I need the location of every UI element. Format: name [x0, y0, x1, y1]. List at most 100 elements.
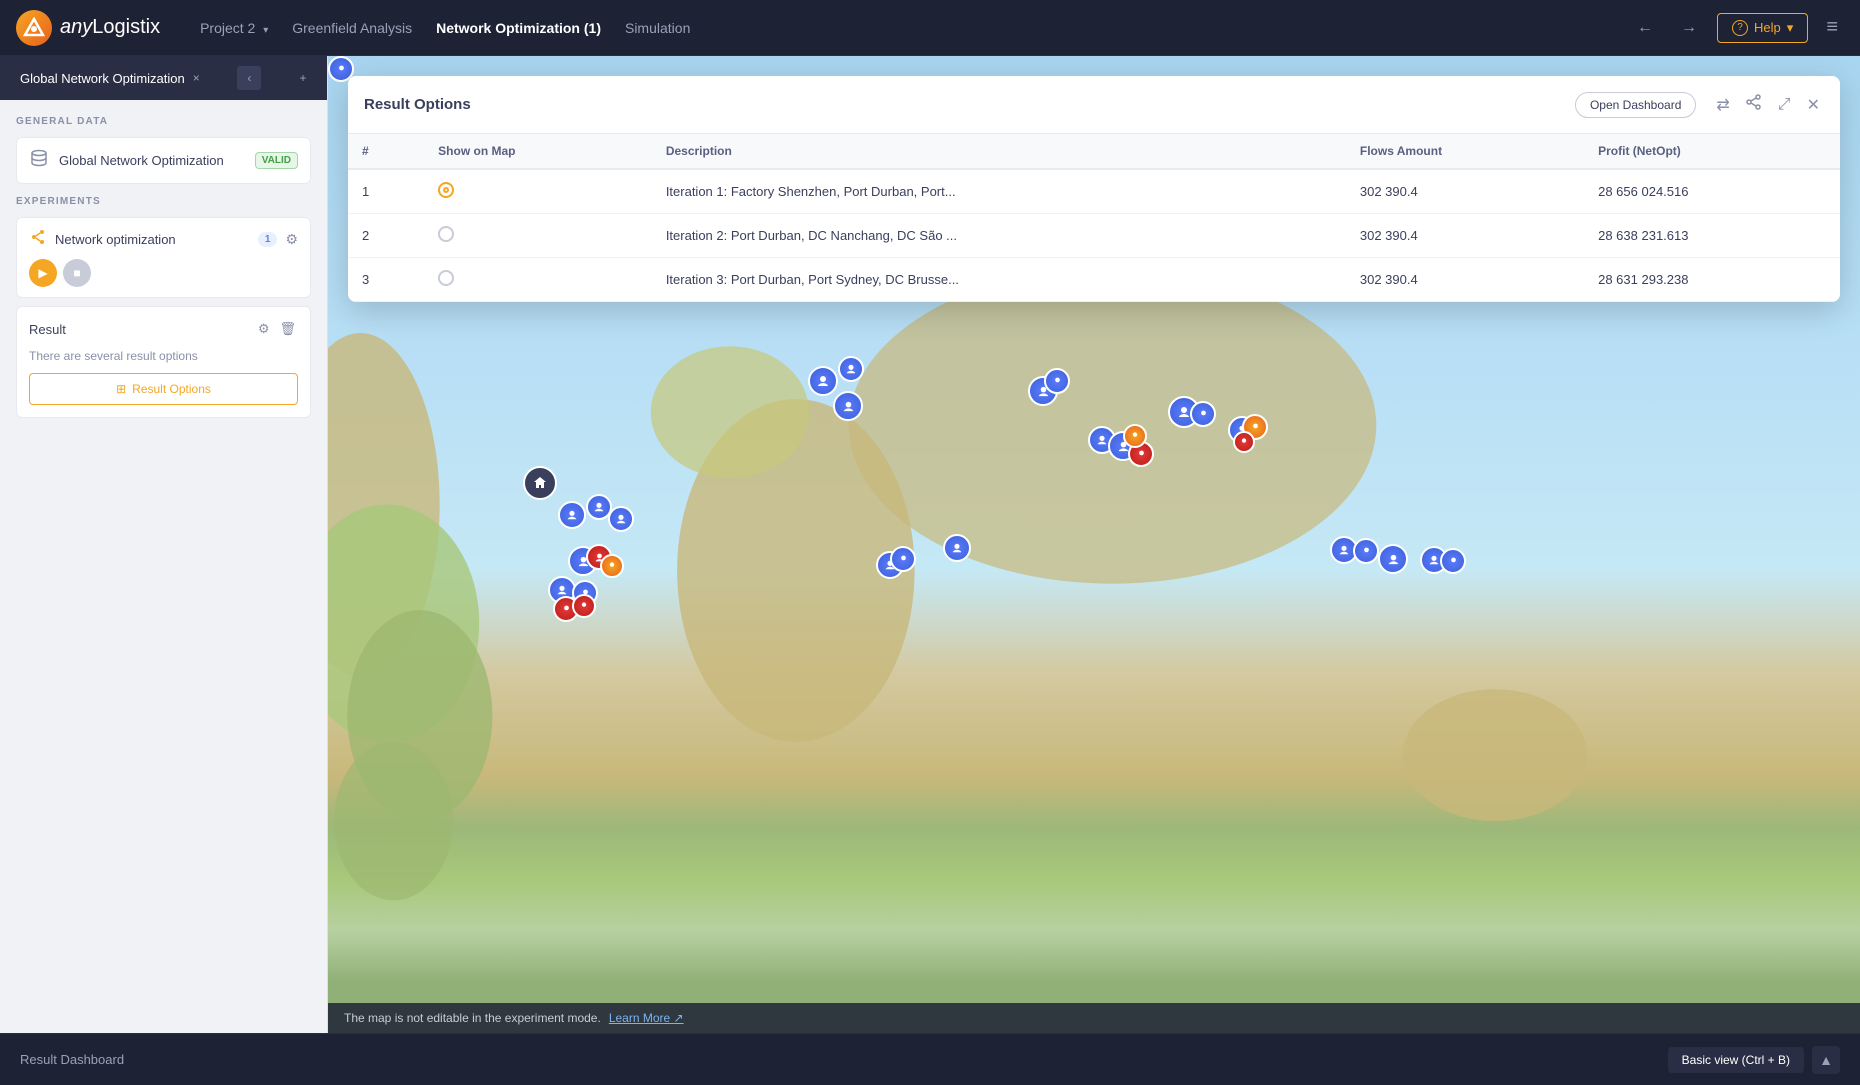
result-info-text: There are several result options [29, 349, 298, 363]
experiment-controls: ▶ ■ [29, 259, 298, 287]
result-delete-button[interactable]: 🗑 [277, 319, 298, 339]
help-icon: ? [1732, 20, 1748, 36]
result-options-table: # Show on Map Description Flows Amount P… [348, 134, 1840, 302]
nav-greenfield[interactable]: Greenfield Analysis [292, 20, 412, 36]
map-marker-house[interactable] [523, 466, 557, 500]
experiment-icon [29, 228, 47, 251]
row-num: 1 [348, 169, 424, 214]
row-radio-cell[interactable] [424, 214, 652, 258]
dialog-close-button[interactable]: ✕ [1803, 91, 1824, 119]
map-marker-2[interactable] [838, 356, 864, 382]
experiment-name: Network optimization [55, 232, 250, 247]
open-dashboard-button[interactable]: Open Dashboard [1575, 92, 1696, 118]
row-radio-cell[interactable] [424, 169, 652, 214]
sidebar-content: GENERAL DATA Global Network Optimization… [0, 100, 327, 1085]
nav-project[interactable]: Project 2 ▾ [200, 20, 268, 36]
sidebar-tab-actions: ‹ [237, 66, 261, 90]
row-radio-cell[interactable] [424, 258, 652, 302]
result-options-button[interactable]: ⊞ Result Options [29, 373, 298, 405]
map-marker-china-2[interactable] [1190, 401, 1216, 427]
help-button[interactable]: ? Help ▾ [1717, 13, 1808, 43]
dialog-swap-button[interactable]: ⇄ [1712, 91, 1733, 119]
learn-more-link[interactable]: Learn More ↗ [609, 1011, 684, 1025]
sidebar-tab-close[interactable]: × [193, 71, 200, 85]
row-description: Iteration 3: Port Durban, Port Sydney, D… [652, 258, 1346, 302]
map-marker-aus-3[interactable] [1378, 544, 1408, 574]
dialog-share-button[interactable] [1742, 90, 1766, 119]
project-dropdown-icon: ▾ [263, 25, 268, 36]
table-row[interactable]: 1Iteration 1: Factory Shenzhen, Port Dur… [348, 169, 1840, 214]
result-options-dialog: Result Options Open Dashboard ⇄ ⤢ ✕ [348, 76, 1840, 302]
result-section: Result ⚙ 🗑 There are several result opti… [16, 306, 311, 418]
dialog-header: Result Options Open Dashboard ⇄ ⤢ ✕ [348, 76, 1840, 134]
logo: anyLogistix [16, 10, 160, 46]
logo-icon [16, 10, 52, 46]
result-table-body: 1Iteration 1: Factory Shenzhen, Port Dur… [348, 169, 1840, 302]
row-num: 3 [348, 258, 424, 302]
table-header-row: # Show on Map Description Flows Amount P… [348, 134, 1840, 169]
sidebar: Global Network Optimization × ‹ + GENERA… [0, 56, 328, 1085]
map-marker-1[interactable] [808, 366, 838, 396]
general-data-item-name: Global Network Optimization [59, 153, 245, 168]
map-marker-3[interactable] [558, 501, 586, 529]
dialog-table-container: # Show on Map Description Flows Amount P… [348, 134, 1840, 302]
general-data-section-label: GENERAL DATA [16, 116, 311, 127]
dialog-header-actions: ⇄ ⤢ ✕ [1712, 90, 1824, 119]
col-flows-amount: Flows Amount [1346, 134, 1584, 169]
forward-button[interactable]: → [1673, 12, 1705, 44]
experiment-settings-button[interactable]: ⚙ [285, 231, 298, 248]
sidebar-tab-bar: Global Network Optimization × ‹ + [0, 56, 327, 100]
row-radio-button[interactable] [438, 226, 454, 242]
experiments-section: EXPERIMENTS Network optimiz [16, 196, 311, 298]
map-marker-12[interactable] [572, 594, 596, 618]
collapse-panel-button[interactable]: ▲ [1812, 1046, 1840, 1074]
map-marker-india-4[interactable] [1123, 424, 1147, 448]
experiment-play-button[interactable]: ▶ [29, 259, 57, 287]
map-marker-5[interactable] [608, 506, 634, 532]
map-marker-asia-2[interactable] [1044, 368, 1070, 394]
table-row[interactable]: 2Iteration 2: Port Durban, DC Nanchang, … [348, 214, 1840, 258]
basic-view-button[interactable]: Basic view (Ctrl + B) [1668, 1047, 1804, 1073]
back-button[interactable]: ← [1629, 12, 1661, 44]
row-flows-amount: 302 390.4 [1346, 258, 1584, 302]
nav-simulation[interactable]: Simulation [625, 20, 690, 36]
bottom-bar: Result Dashboard Basic view (Ctrl + B) ▲ [0, 1033, 1860, 1085]
row-radio-button[interactable] [438, 182, 454, 198]
dialog-expand-button[interactable]: ⤢ [1774, 92, 1795, 118]
map-info-text: The map is not editable in the experimen… [344, 1011, 601, 1025]
col-profit: Profit (NetOpt) [1584, 134, 1840, 169]
experiment-stop-button[interactable]: ■ [63, 259, 91, 287]
map-marker-8[interactable] [600, 554, 624, 578]
row-flows-amount: 302 390.4 [1346, 169, 1584, 214]
result-options-grid-icon: ⊞ [116, 382, 126, 396]
map-marker-africa-2[interactable] [890, 546, 916, 572]
nav-network-optimization[interactable]: Network Optimization (1) [436, 20, 601, 36]
result-settings-button[interactable]: ⚙ [256, 319, 272, 339]
experiment-badge: 1 [258, 232, 278, 247]
sidebar-collapse-button[interactable]: ‹ [237, 66, 261, 90]
map-info-bar: The map is not editable in the experimen… [328, 1003, 1860, 1033]
row-radio-button[interactable] [438, 270, 454, 286]
table-row[interactable]: 3 Iteration 3: Port Durban, Port Sydney, … [348, 258, 1840, 302]
help-dropdown-icon: ▾ [1787, 20, 1794, 36]
hamburger-menu-button[interactable]: ≡ [1820, 10, 1844, 45]
result-actions: ⚙ 🗑 [256, 319, 298, 339]
col-hash: # [348, 134, 424, 169]
map-marker-aus-2[interactable] [1353, 538, 1379, 564]
main-layout: Global Network Optimization × ‹ + GENERA… [0, 56, 1860, 1085]
logo-text: anyLogistix [60, 16, 160, 39]
valid-badge: VALID [255, 152, 298, 169]
map-marker-ea-1[interactable] [943, 534, 971, 562]
map-marker-sea-3[interactable] [1233, 431, 1255, 453]
experiment-row: Network optimization 1 ⚙ ▶ ■ [16, 217, 311, 298]
map-marker-sydney-2[interactable] [1440, 548, 1466, 574]
row-num: 2 [348, 214, 424, 258]
sidebar-add-button[interactable]: + [291, 66, 315, 90]
row-profit: 28 656 024.516 [1584, 169, 1840, 214]
nav-right-actions: ← → ? Help ▾ ≡ [1629, 10, 1844, 45]
col-show-on-map: Show on Map [424, 134, 652, 169]
row-flows-amount: 302 390.4 [1346, 214, 1584, 258]
experiments-section-label: EXPERIMENTS [16, 196, 311, 207]
col-description: Description [652, 134, 1346, 169]
map-marker-africa-1[interactable] [833, 391, 863, 421]
